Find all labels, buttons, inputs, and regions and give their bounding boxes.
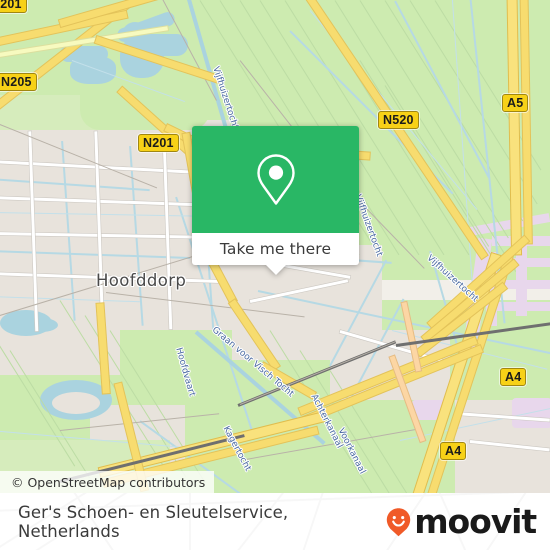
road-shield-a4-east[interactable]: A4	[500, 368, 527, 386]
place-popup-card[interactable]: Take me there	[192, 126, 359, 275]
moovit-wordmark: moovit	[414, 502, 537, 541]
road-shield-n520[interactable]: N520	[378, 111, 419, 129]
moovit-pin-smile-icon	[387, 507, 411, 536]
footer-bar: Ger's Schoen- en Sleutelservice, Netherl…	[0, 493, 550, 550]
map-pin-icon	[256, 153, 295, 205]
place-title: Ger's Schoen- en Sleutelservice, Netherl…	[18, 502, 289, 541]
osm-attribution[interactable]: © OpenStreetMap contributors	[0, 471, 215, 493]
road-shield-a5[interactable]: A5	[502, 94, 529, 112]
popup-icon-area	[192, 126, 359, 233]
map-canvas[interactable]: Hoofddorp Vijfhuizertocht Vijfhuizertoch…	[0, 0, 550, 493]
road-shield-n201-top[interactable]: N201	[0, 0, 27, 13]
take-me-there-button[interactable]: Take me there	[192, 233, 359, 275]
popup-pointer	[264, 264, 287, 275]
osm-attribution-text: © OpenStreetMap contributors	[11, 474, 206, 490]
road-shield-n201[interactable]: N201	[138, 134, 179, 152]
moovit-map-page: Hoofddorp Vijfhuizertocht Vijfhuizertoch…	[0, 0, 550, 550]
road-shield-n205[interactable]: N205	[0, 73, 37, 91]
take-me-there-label: Take me there	[219, 240, 332, 258]
moovit-brand-logo[interactable]: moovit	[385, 502, 537, 541]
road-shield-a4-south[interactable]: A4	[440, 442, 467, 460]
